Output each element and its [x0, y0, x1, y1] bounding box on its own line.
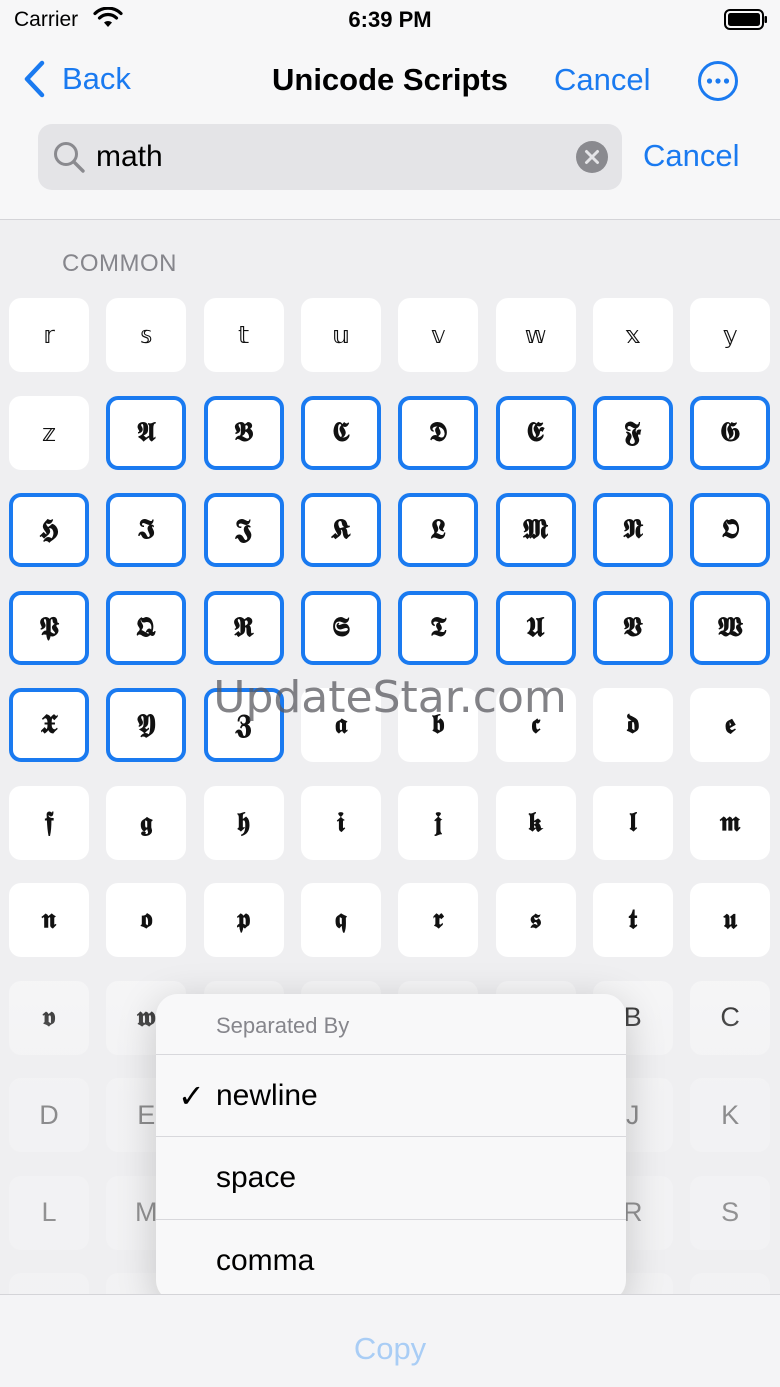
character-cell[interactable]: 𝖃 [9, 688, 89, 762]
character-cell[interactable]: 𝖙 [592, 883, 673, 957]
character-cell[interactable]: 𝖋 [9, 785, 89, 860]
menu-item-label: comma [216, 1244, 315, 1277]
character-cell[interactable]: 𝕵 [203, 493, 284, 567]
character-cell[interactable]: 𝖌 [106, 785, 187, 860]
character-cell[interactable]: 𝕼 [106, 590, 187, 665]
menu-item-label: newline [216, 1079, 318, 1112]
character-cell[interactable]: 𝕱 [592, 395, 673, 470]
character-cell[interactable]: 𝕴 [106, 493, 187, 567]
character-cell[interactable]: 𝕭 [203, 395, 284, 470]
character-cell[interactable]: 𝕿 [398, 590, 479, 665]
character-cell[interactable]: 𝖅 [203, 688, 284, 762]
character-cell[interactable]: 𝖓 [9, 883, 89, 957]
character-cell[interactable]: 𝖂 [690, 590, 771, 665]
character-cell[interactable]: 𝖑 [592, 785, 673, 860]
character-cell[interactable]: 𝖛 [9, 980, 89, 1055]
character-cell[interactable]: 𝖈 [495, 688, 576, 762]
bottom-toolbar: Copy [0, 1294, 780, 1387]
character-cell[interactable]: 𝖄 [106, 688, 187, 762]
menu-item-label: space [216, 1161, 297, 1194]
character-cell[interactable]: 𝕫 [9, 395, 89, 470]
character-cell[interactable]: 𝕤 [106, 298, 187, 372]
character-cell[interactable]: 𝕮 [300, 395, 381, 470]
character-cell[interactable]: 𝖎 [300, 785, 381, 860]
character-cell[interactable]: 𝕽 [203, 590, 284, 665]
character-cell[interactable]: 𝖐 [495, 785, 576, 860]
character-cell[interactable]: 𝕰 [495, 395, 576, 470]
character-cell[interactable]: 𝕸 [495, 493, 576, 567]
separated-by-menu: Separated By ✓ newline space comma [156, 994, 626, 1302]
character-cell[interactable]: 𝖆 [300, 688, 381, 762]
character-cell[interactable]: C [690, 980, 771, 1055]
character-cell[interactable]: 𝖏 [398, 785, 479, 860]
copy-button[interactable]: Copy [0, 1331, 780, 1367]
menu-item-space[interactable]: space [156, 1136, 626, 1218]
character-cell[interactable]: 𝕺 [690, 493, 771, 567]
menu-title: Separated By [216, 1013, 350, 1038]
character-cell[interactable]: 𝖀 [495, 590, 576, 665]
character-cell[interactable]: 𝕷 [398, 493, 479, 567]
character-cell[interactable]: 𝖗 [398, 883, 479, 957]
character-cell[interactable]: 𝖕 [203, 883, 284, 957]
character-cell[interactable]: 𝕣 [9, 298, 89, 372]
character-cell[interactable]: L [9, 1175, 89, 1250]
menu-item-newline[interactable]: ✓ newline [156, 1054, 626, 1136]
character-cell[interactable]: K [690, 1078, 771, 1152]
character-cell[interactable]: 𝕶 [300, 493, 381, 567]
character-cell[interactable]: 𝕥 [203, 298, 284, 372]
character-cell[interactable]: D [9, 1078, 89, 1152]
character-cell[interactable]: S [690, 1175, 771, 1250]
character-cell[interactable]: 𝕲 [690, 395, 771, 470]
character-cell[interactable]: 𝕪 [690, 298, 771, 372]
character-cell[interactable]: 𝕩 [592, 298, 673, 372]
character-cell[interactable]: 𝕯 [398, 395, 479, 470]
checkmark-icon: ✓ [178, 1077, 205, 1115]
character-cell[interactable]: 𝖉 [592, 688, 673, 762]
character-cell[interactable]: 𝖍 [203, 785, 284, 860]
character-cell[interactable]: 𝕨 [495, 298, 576, 372]
character-cell[interactable]: 𝕧 [398, 298, 479, 372]
character-cell[interactable]: 𝖊 [690, 688, 771, 762]
character-cell[interactable]: 𝕻 [9, 590, 89, 665]
character-cell[interactable]: 𝖁 [592, 590, 673, 665]
character-cell[interactable]: 𝖇 [398, 688, 479, 762]
character-cell[interactable]: 𝕬 [106, 395, 187, 470]
character-cell[interactable]: 𝕦 [300, 298, 381, 372]
character-cell[interactable]: 𝖚 [690, 883, 771, 957]
character-cell[interactable]: 𝖒 [690, 785, 771, 860]
character-cell[interactable]: 𝕳 [9, 493, 89, 567]
character-cell[interactable]: 𝕹 [592, 493, 673, 567]
character-cell[interactable]: 𝖖 [300, 883, 381, 957]
character-cell[interactable]: 𝕾 [300, 590, 381, 665]
character-cell[interactable]: 𝖔 [106, 883, 187, 957]
character-cell[interactable]: 𝖘 [495, 883, 576, 957]
menu-item-comma[interactable]: comma [156, 1219, 626, 1301]
